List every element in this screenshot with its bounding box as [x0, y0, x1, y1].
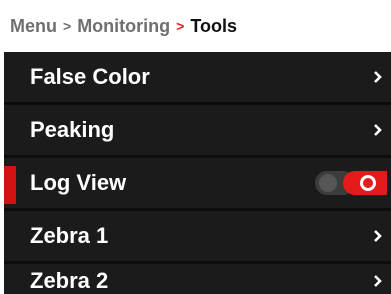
menu-item-peaking[interactable]: Peaking: [4, 105, 391, 155]
menu-item-log-view[interactable]: Log View: [4, 158, 391, 208]
toggle-knob: [319, 174, 337, 192]
selection-indicator: [4, 166, 16, 204]
menu-item-label: Zebra 2: [30, 268, 109, 293]
toggle-on-indicator-icon: [360, 175, 376, 191]
chevron-right-icon: [374, 124, 382, 136]
breadcrumb-item-monitoring[interactable]: Monitoring: [77, 16, 170, 37]
breadcrumb-item-tools: Tools: [190, 15, 238, 36]
chevron-right-icon: [374, 275, 382, 287]
breadcrumb: Menu > Monitoring > Tools: [0, 0, 391, 52]
menu-item-zebra-1[interactable]: Zebra 1: [4, 211, 391, 261]
menu-item-zebra-2[interactable]: Zebra 2: [4, 264, 391, 294]
breadcrumb-separator-active: >: [176, 18, 185, 34]
menu-item-label: Zebra 1: [30, 223, 109, 248]
menu-item-label: Peaking: [30, 117, 115, 142]
log-view-toggle[interactable]: [315, 171, 387, 195]
breadcrumb-item-menu[interactable]: Menu: [10, 16, 57, 37]
chevron-right-icon: [374, 230, 382, 242]
breadcrumb-separator: >: [63, 18, 72, 34]
menu-item-label: False Color: [30, 64, 150, 89]
menu-list: False Color Peaking Log View Zebra 1 Zeb…: [4, 52, 391, 294]
tools-screen: Menu > Monitoring > Tools False Color Pe…: [0, 0, 391, 294]
menu-item-label: Log View: [30, 170, 127, 195]
menu-item-false-color[interactable]: False Color: [4, 52, 391, 102]
chevron-right-icon: [374, 71, 382, 83]
